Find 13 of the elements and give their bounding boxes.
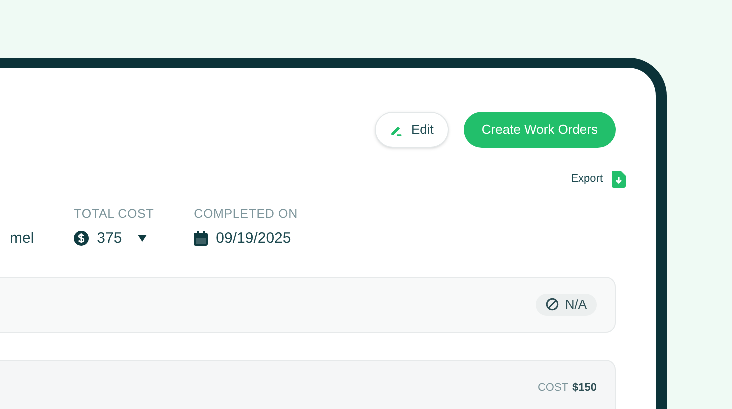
caret-icon[interactable] bbox=[138, 234, 148, 242]
stat-value: 375 bbox=[97, 230, 122, 246]
stat-label: COMPLETED ON bbox=[194, 208, 298, 220]
dollar-icon bbox=[74, 230, 90, 246]
status-badge: N/A bbox=[536, 294, 597, 316]
export-link[interactable]: Export bbox=[571, 171, 603, 188]
stat-value: 09/19/2025 bbox=[216, 230, 292, 246]
stat-label: TOTAL COST bbox=[74, 208, 154, 220]
prohibited-icon bbox=[546, 298, 560, 311]
edit-button[interactable]: Edit bbox=[374, 112, 449, 148]
stat-value: mel bbox=[10, 230, 34, 246]
calendar-icon bbox=[194, 230, 208, 246]
cost-text: COST $150 bbox=[538, 380, 597, 396]
